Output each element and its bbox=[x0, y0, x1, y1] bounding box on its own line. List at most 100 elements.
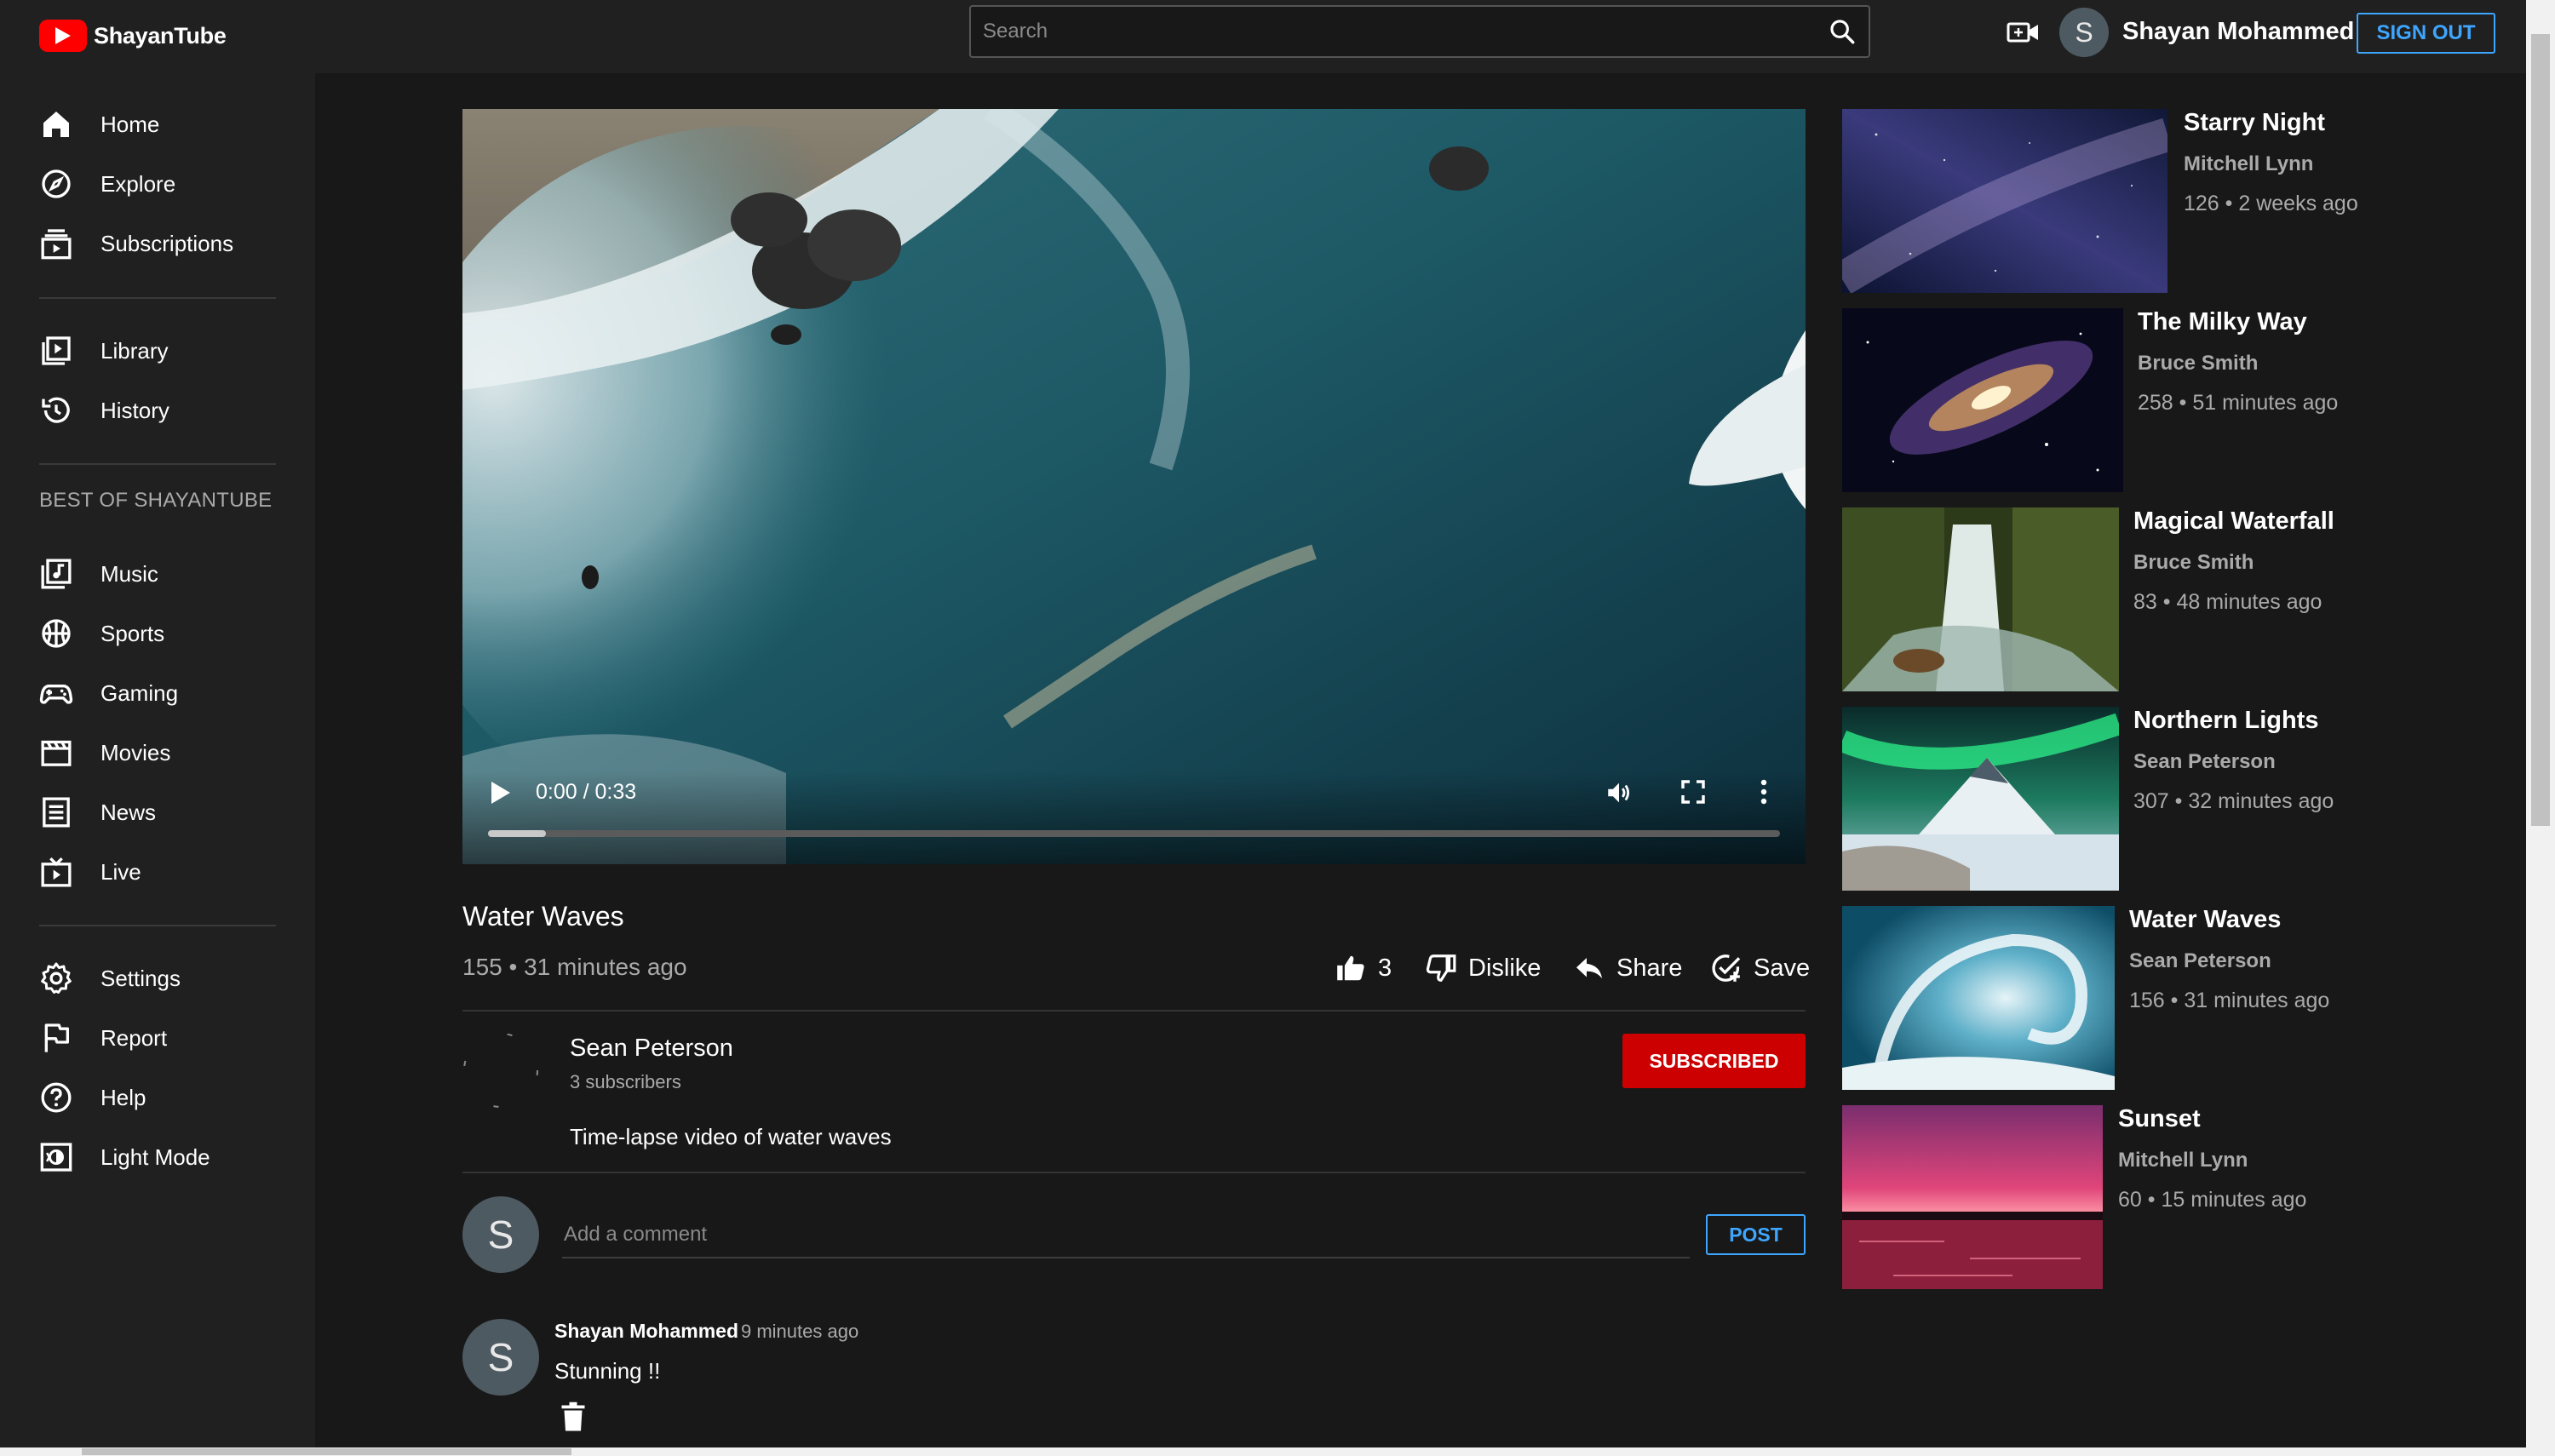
sidebar-item-history[interactable]: History bbox=[39, 387, 295, 434]
sidebar-item-label: History bbox=[100, 397, 169, 423]
sidebar-item-sports[interactable]: Sports bbox=[39, 610, 295, 657]
divider bbox=[462, 1172, 1806, 1173]
sidebar-item-live[interactable]: Live bbox=[39, 848, 295, 896]
progress-bar[interactable] bbox=[488, 830, 1780, 837]
dislike-button[interactable]: Dislike bbox=[1424, 947, 1541, 989]
top-bar: ShayanTube S Shayan Mohammed SIGN OUT bbox=[0, 0, 2526, 73]
sidebar-item-settings[interactable]: Settings bbox=[39, 954, 295, 1002]
sign-out-button[interactable]: SIGN OUT bbox=[2357, 13, 2495, 54]
save-button[interactable]: Save bbox=[1709, 947, 1810, 989]
save-check-icon bbox=[1712, 954, 1741, 982]
sidebar-divider bbox=[39, 297, 276, 299]
related-author: Bruce Smith bbox=[2133, 551, 2254, 574]
history-icon bbox=[42, 397, 70, 423]
search-input[interactable] bbox=[971, 7, 1816, 56]
related-title: Northern Lights bbox=[2133, 707, 2319, 734]
sidebar-item-gaming[interactable]: Gaming bbox=[39, 669, 295, 717]
post-comment-button[interactable]: POST bbox=[1706, 1214, 1806, 1255]
comment-time: 9 minutes ago bbox=[741, 1321, 859, 1342]
related-author: Bruce Smith bbox=[2138, 352, 2259, 375]
related-thumbnail bbox=[1842, 707, 2119, 891]
share-label: Share bbox=[1616, 954, 1683, 982]
sidebar-item-home[interactable]: Home bbox=[39, 100, 295, 148]
sidebar-item-label: Movies bbox=[100, 739, 171, 765]
sidebar-item-help[interactable]: Help bbox=[39, 1074, 295, 1121]
related-title: Water Waves bbox=[2129, 906, 2282, 933]
more-options-icon[interactable] bbox=[1759, 778, 1769, 805]
related-meta: 126 • 2 weeks ago bbox=[2184, 192, 2358, 215]
sidebar-item-subscriptions[interactable]: Subscriptions bbox=[39, 220, 295, 267]
youtube-play-logo-icon bbox=[39, 20, 87, 52]
dislike-label: Dislike bbox=[1468, 954, 1542, 982]
user-avatar[interactable]: S bbox=[2059, 8, 2109, 57]
movies-icon bbox=[41, 740, 72, 766]
video-title: Water Waves bbox=[462, 901, 624, 931]
related-meta: 60 • 15 minutes ago bbox=[2118, 1188, 2307, 1212]
channel-avatar[interactable] bbox=[462, 1032, 539, 1109]
section-title: BEST OF SHAYANTUBE bbox=[39, 489, 273, 512]
related-title: Sunset bbox=[2118, 1105, 2201, 1132]
comment-input[interactable] bbox=[562, 1212, 1690, 1258]
search-box bbox=[969, 5, 1870, 58]
related-thumbnail bbox=[1842, 308, 2123, 492]
progress-buffered bbox=[488, 830, 547, 837]
sidebar-item-label: Report bbox=[100, 1024, 168, 1051]
play-icon[interactable] bbox=[488, 780, 512, 805]
sidebar: Home Explore Subscriptions Library Histo… bbox=[0, 73, 315, 1447]
sidebar-item-music[interactable]: Music bbox=[39, 550, 295, 598]
delete-comment-icon[interactable] bbox=[560, 1402, 586, 1432]
related-author: Mitchell Lynn bbox=[2184, 152, 2314, 175]
subscribe-button[interactable]: SUBSCRIBED bbox=[1622, 1034, 1806, 1088]
like-count: 3 bbox=[1378, 954, 1392, 982]
horizontal-scrollbar-thumb[interactable] bbox=[82, 1448, 571, 1455]
sidebar-item-movies[interactable]: Movies bbox=[39, 729, 295, 777]
volume-icon[interactable] bbox=[1604, 778, 1634, 807]
home-icon bbox=[43, 112, 69, 137]
related-author: Sean Peterson bbox=[2129, 949, 2271, 972]
like-button[interactable]: 3 bbox=[1334, 947, 1392, 989]
divider bbox=[462, 1010, 1806, 1012]
sidebar-item-label: Gaming bbox=[100, 679, 179, 706]
video-description: Time-lapse video of water waves bbox=[570, 1124, 892, 1149]
sidebar-item-label: Explore bbox=[100, 170, 176, 197]
related-thumbnail bbox=[1842, 109, 2167, 293]
sidebar-item-label: News bbox=[100, 799, 157, 825]
channel-name[interactable]: Sean Peterson bbox=[570, 1035, 733, 1063]
search-button[interactable] bbox=[1816, 7, 1869, 56]
thumbs-up-icon bbox=[1337, 955, 1364, 981]
sidebar-divider bbox=[39, 463, 276, 465]
related-thumbnail bbox=[1842, 507, 2119, 691]
playback-time: 0:00 / 0:33 bbox=[536, 780, 637, 804]
commenter-avatar: S bbox=[462, 1196, 539, 1273]
related-title: Starry Night bbox=[2184, 109, 2325, 136]
comment-avatar: S bbox=[462, 1319, 539, 1396]
fullscreen-icon[interactable] bbox=[1679, 778, 1707, 805]
light-mode-icon bbox=[40, 1143, 72, 1172]
comment-author[interactable]: Shayan Mohammed bbox=[554, 1320, 738, 1343]
related-thumbnail bbox=[1842, 1105, 2103, 1289]
vertical-scrollbar-thumb[interactable] bbox=[2531, 34, 2550, 826]
sidebar-item-label: Subscriptions bbox=[100, 230, 234, 256]
sidebar-item-label: Live bbox=[100, 858, 141, 885]
sidebar-item-explore[interactable]: Explore bbox=[39, 160, 295, 208]
flag-icon bbox=[44, 1023, 70, 1052]
search-icon bbox=[1830, 20, 1855, 44]
sidebar-item-library[interactable]: Library bbox=[39, 327, 295, 375]
channel-subscribers: 3 subscribers bbox=[570, 1071, 681, 1092]
app-name: ShayanTube bbox=[94, 22, 227, 49]
create-video-icon[interactable] bbox=[2007, 19, 2041, 50]
video-player[interactable]: 0:00 / 0:33 bbox=[462, 109, 1806, 864]
share-button[interactable]: Share bbox=[1572, 947, 1682, 989]
sidebar-item-report[interactable]: Report bbox=[39, 1014, 295, 1062]
news-icon bbox=[43, 797, 70, 828]
app-logo[interactable]: ShayanTube bbox=[39, 20, 227, 52]
sidebar-item-label: Library bbox=[100, 337, 169, 364]
sidebar-item-news[interactable]: News bbox=[39, 788, 295, 836]
related-thumbnail bbox=[1842, 906, 2115, 1090]
music-icon bbox=[41, 559, 72, 589]
sidebar-item-light-mode[interactable]: Light Mode bbox=[39, 1133, 295, 1181]
library-icon bbox=[42, 336, 71, 365]
vertical-scrollbar[interactable] bbox=[2526, 0, 2555, 1456]
gaming-icon bbox=[39, 685, 73, 704]
related-author: Sean Peterson bbox=[2133, 750, 2276, 773]
